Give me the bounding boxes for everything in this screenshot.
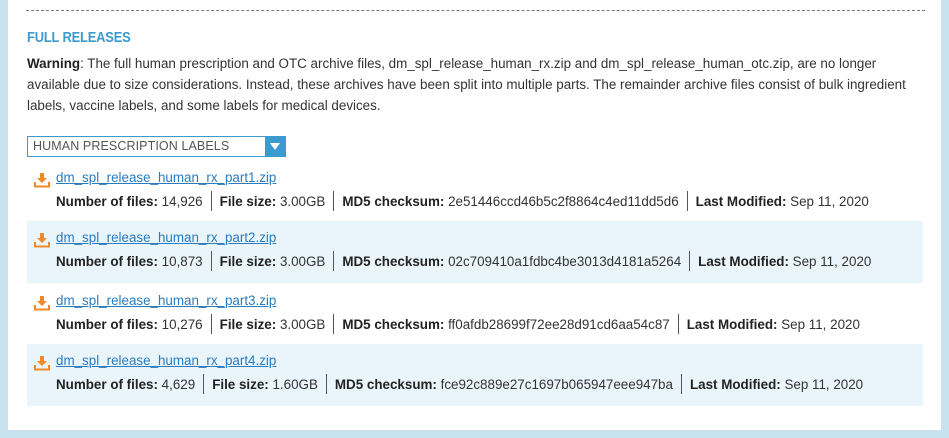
- last-modified-value: Sep 11, 2020: [784, 376, 864, 392]
- warning-paragraph: Warning: The full human prescription and…: [27, 53, 917, 116]
- file-size-value: 1.60GB: [272, 376, 318, 392]
- section-divider: [26, 10, 925, 11]
- num-files-label: Number of files:: [56, 316, 158, 332]
- file-item: dm_spl_release_human_rx_part2.zip Number…: [27, 221, 923, 283]
- md5-value: 02c709410a1fdbc4be3013d4181a5264: [448, 253, 682, 269]
- download-icon[interactable]: [34, 355, 50, 371]
- file-download-link[interactable]: dm_spl_release_human_rx_part1.zip: [56, 170, 276, 185]
- num-files-value: 4,629: [161, 376, 196, 392]
- last-modified-label: Last Modified:: [686, 316, 778, 332]
- num-files-label: Number of files:: [56, 253, 158, 269]
- meta-separator: [325, 374, 327, 394]
- meta-separator: [210, 251, 212, 271]
- meta-separator: [210, 191, 212, 211]
- md5-value: 2e51446ccd46b5c2f8864c4ed11dd5d6: [448, 193, 679, 209]
- download-icon[interactable]: [34, 172, 50, 188]
- meta-separator: [686, 191, 688, 211]
- label-type-select[interactable]: HUMAN PRESCRIPTION LABELS: [27, 136, 286, 157]
- content-panel: FULL RELEASES Warning: The full human pr…: [0, 0, 949, 438]
- file-size-value: 3.00GB: [279, 253, 326, 269]
- last-modified-label: Last Modified:: [698, 253, 789, 269]
- num-files-label: Number of files:: [56, 193, 158, 209]
- warning-label: Warning: [27, 56, 81, 71]
- file-download-link[interactable]: dm_spl_release_human_rx_part2.zip: [56, 230, 276, 245]
- md5-label: MD5 checksum:: [342, 316, 445, 332]
- meta-separator: [333, 314, 335, 334]
- meta-separator: [680, 374, 682, 394]
- last-modified-value: Sep 11, 2020: [790, 193, 869, 209]
- md5-label: MD5 checksum:: [334, 376, 437, 392]
- section-title: FULL RELEASES: [27, 29, 131, 46]
- num-files-value: 10,873: [161, 253, 203, 269]
- file-item: dm_spl_release_human_rx_part3.zip Number…: [27, 284, 923, 346]
- num-files-value: 10,276: [161, 316, 203, 332]
- file-meta: Number of files: 10,873 File size: 3.00G…: [56, 251, 871, 271]
- download-icon[interactable]: [34, 232, 50, 248]
- meta-separator: [210, 314, 212, 334]
- md5-label: MD5 checksum:: [342, 253, 445, 269]
- file-item: dm_spl_release_human_rx_part4.zip Number…: [27, 344, 923, 406]
- full-releases-section: FULL RELEASES Warning: The full human pr…: [26, 0, 926, 430]
- file-meta: Number of files: 14,926 File size: 3.00G…: [56, 191, 869, 211]
- md5-value: fce92c889e27c1697b065947eee947ba: [440, 376, 673, 392]
- last-modified-label: Last Modified:: [695, 193, 787, 209]
- warning-text: : The full human prescription and OTC ar…: [27, 56, 906, 113]
- meta-separator: [677, 314, 679, 334]
- label-type-selected-value: HUMAN PRESCRIPTION LABELS: [33, 139, 230, 153]
- file-item: dm_spl_release_human_rx_part1.zip Number…: [27, 161, 923, 223]
- file-size-label: File size:: [219, 316, 277, 332]
- file-meta: Number of files: 4,629 File size: 1.60GB…: [56, 374, 863, 394]
- meta-separator: [689, 251, 691, 271]
- meta-separator: [333, 191, 335, 211]
- md5-label: MD5 checksum:: [342, 193, 445, 209]
- md5-value: ff0afdb28699f72ee28d91cd6aa54c87: [448, 316, 670, 332]
- num-files-value: 14,926: [161, 193, 203, 209]
- meta-separator: [203, 374, 205, 394]
- file-size-value: 3.00GB: [279, 193, 326, 209]
- chevron-down-icon[interactable]: [265, 137, 285, 156]
- last-modified-label: Last Modified:: [689, 376, 781, 392]
- file-download-link[interactable]: dm_spl_release_human_rx_part3.zip: [56, 293, 276, 308]
- file-size-label: File size:: [212, 376, 269, 392]
- last-modified-value: Sep 11, 2020: [792, 253, 872, 269]
- file-download-link[interactable]: dm_spl_release_human_rx_part4.zip: [56, 353, 276, 368]
- file-size-value: 3.00GB: [279, 316, 326, 332]
- file-size-label: File size:: [219, 253, 277, 269]
- download-icon[interactable]: [34, 295, 50, 311]
- file-meta: Number of files: 10,276 File size: 3.00G…: [56, 314, 860, 334]
- meta-separator: [333, 251, 335, 271]
- last-modified-value: Sep 11, 2020: [781, 316, 860, 332]
- file-size-label: File size:: [219, 193, 277, 209]
- num-files-label: Number of files:: [56, 376, 158, 392]
